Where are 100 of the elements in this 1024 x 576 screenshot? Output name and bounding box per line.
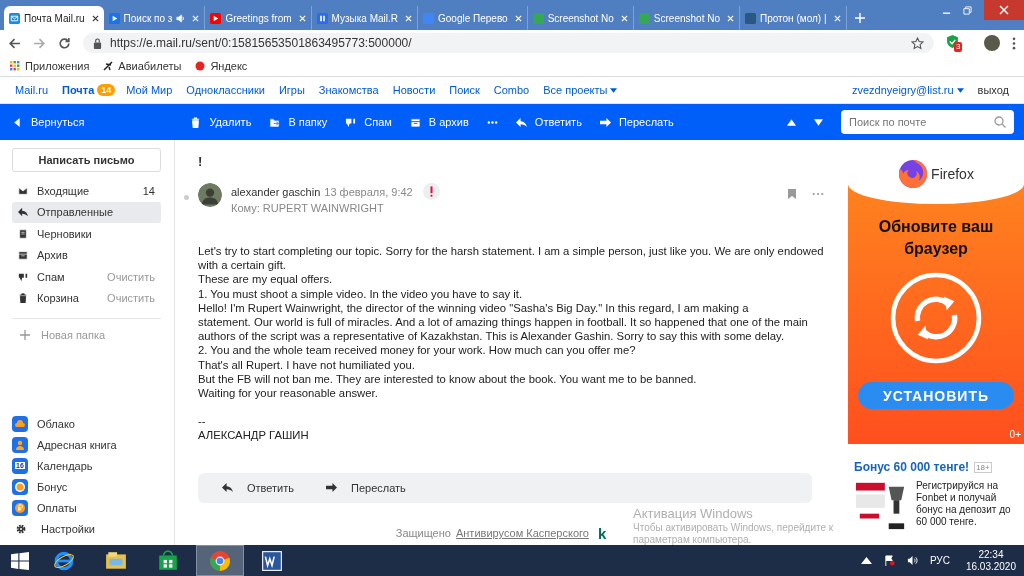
folder-item[interactable]: Корзина Очистить: [12, 287, 161, 309]
service-link[interactable]: Настройки: [12, 518, 161, 539]
compose-button[interactable]: Написать письмо: [12, 148, 161, 172]
toolbar-button[interactable]: В папку: [269, 112, 328, 132]
portal-link[interactable]: Знакомства: [318, 84, 379, 96]
reply-action[interactable]: Ответить: [216, 480, 301, 495]
tab-title: Google Перево: [438, 12, 508, 24]
lock-icon: [93, 37, 102, 49]
search-icon[interactable]: [994, 116, 1006, 128]
toolbar-button[interactable]: Удалить: [190, 112, 252, 132]
plus-icon: [20, 330, 30, 340]
folder-item[interactable]: Черновики: [12, 223, 161, 245]
folder-item[interactable]: Отправленные: [12, 201, 161, 223]
caret-icon[interactable]: [610, 87, 618, 93]
logout-link[interactable]: выход: [977, 84, 1009, 96]
service-link[interactable]: Оплаты: [12, 497, 161, 518]
tab-title: Почта Mail.ru: [24, 12, 85, 24]
clock[interactable]: 22:34 16.03.2020: [965, 548, 1016, 573]
back-button[interactable]: Вернуться: [12, 112, 85, 132]
age-rating: 18+: [974, 461, 992, 473]
portal-link[interactable]: Мой Мир: [126, 84, 173, 96]
activation-text: Чтобы активировать Windows, перейдите к: [633, 522, 834, 534]
activation-text: параметрам компьютера.: [633, 534, 752, 546]
brand-name: Firefox: [931, 166, 974, 182]
age-rating: 0+: [1009, 429, 1021, 440]
next-icon[interactable]: [814, 118, 823, 126]
folder-item[interactable]: Спам Очистить: [12, 266, 161, 288]
ad-title[interactable]: Бонус 60 000 тенге!: [854, 460, 970, 474]
site-icon: [108, 12, 120, 24]
reload-icon[interactable]: [58, 36, 71, 50]
trash-icon: [190, 116, 202, 128]
previous-icon[interactable]: [787, 118, 796, 126]
word-icon: [261, 549, 283, 572]
body-line: 2. You and the whole team received money for your work. How much can you offer me?: [198, 343, 637, 358]
reply-icon: [222, 482, 233, 494]
firefox-logo: [898, 159, 929, 189]
important-icon[interactable]: [422, 183, 440, 200]
portal-link[interactable]: Все проекты: [543, 84, 608, 96]
bookmark[interactable]: Приложения: [25, 60, 90, 72]
toolbar-button[interactable]: Переслать: [599, 112, 674, 132]
more-icon[interactable]: [812, 192, 824, 196]
protection-text: Защищено: [395, 527, 451, 540]
service-link[interactable]: Облако: [12, 413, 161, 434]
portal-link[interactable]: Combo: [493, 84, 530, 96]
windows-logo: [11, 551, 29, 570]
install-button[interactable]: УСТАНОВИТЬ: [858, 382, 1014, 409]
ad-text: Регистрируйся на Fonbet и получай бонус на депозит до 60 000 тенге.: [916, 480, 1012, 529]
site-icon: [9, 12, 20, 24]
close-button[interactable]: [984, 0, 1024, 20]
signature-line: --: [198, 414, 207, 429]
new-tab-icon[interactable]: [854, 13, 865, 23]
portal-link[interactable]: Mail.ru: [15, 84, 48, 96]
browser-tab[interactable]: Почта Mail.ru: [4, 6, 104, 30]
antivirus-link[interactable]: Антивирусом Касперского: [455, 527, 589, 540]
browser-ad[interactable]: Firefox Обновите ваш браузер УСТАНОВИТЬ 0+: [848, 144, 1024, 444]
body-line: authors of the script was a representative of Kazakhstan. This is Alexander Gashin. Sorry to say this with some delay.: [198, 329, 786, 344]
reply-icon: [515, 116, 527, 128]
caret-icon[interactable]: [956, 87, 964, 93]
body-line: with a certain gift.: [198, 258, 287, 273]
restore-icon[interactable]: [963, 5, 972, 15]
tab-title: Протон (мол) |: [760, 12, 827, 24]
folder-item[interactable]: Входящие 14: [12, 180, 161, 202]
portal-link[interactable]: Почта: [62, 84, 95, 96]
bookmark[interactable]: Авиабилеты: [118, 60, 182, 72]
search-field[interactable]: Поиск по почте: [841, 110, 1014, 134]
folder-item[interactable]: Архив: [12, 244, 161, 266]
user-email[interactable]: zvezdnyeigry@list.ru: [851, 84, 954, 96]
address-bar[interactable]: https://e.mail.ru/sent/0:15815653501863495773:500000/: [83, 33, 934, 53]
tab-title: Музыка Mail.R: [331, 12, 398, 24]
portal-link[interactable]: Поиск: [449, 84, 480, 96]
star-icon[interactable]: [911, 36, 924, 50]
back-icon[interactable]: [8, 36, 21, 50]
reply-action[interactable]: Переслать: [320, 480, 412, 495]
body-line: Hello! I'm Rupert Wainwright, the director of the winning video "Sasha's Big Day." In this regard, I am making a: [198, 300, 750, 315]
toolbar-button[interactable]: В архив: [409, 112, 469, 132]
site-icon: [210, 12, 222, 24]
menu-icon[interactable]: [1012, 36, 1016, 50]
service-link[interactable]: Бонус: [12, 476, 161, 497]
toolbar-button[interactable]: Ответить: [515, 112, 582, 132]
speaker-icon[interactable]: [906, 555, 918, 566]
portal-link[interactable]: Новости: [392, 84, 436, 96]
body-line: statement. Our world is full of miracles. And a lot of amazing things happen in football. It so happened that one of the main: [198, 315, 809, 330]
toolbar-button[interactable]: Спам: [345, 112, 392, 132]
portal-link[interactable]: Одноклассники: [186, 84, 265, 96]
close-icon[interactable]: [91, 14, 99, 22]
language-indicator[interactable]: РУС: [929, 555, 950, 566]
sender-name[interactable]: alexander gaschin: [231, 185, 321, 198]
show-hidden-icon[interactable]: [860, 555, 872, 566]
speaker-icon: [176, 13, 186, 23]
profile-avatar[interactable]: [984, 35, 1000, 51]
site-icon: [316, 12, 328, 24]
message-date: 13 февраля, 9:42: [324, 185, 413, 198]
service-link[interactable]: Адресная книга: [12, 434, 161, 455]
flag-icon[interactable]: [883, 555, 895, 566]
sender-avatar: [198, 183, 222, 207]
body-line: 1. You must shoot a simple video. In the video you have to say it.: [198, 286, 524, 301]
portal-link[interactable]: Игры: [278, 84, 305, 96]
refresh-icon: [890, 272, 982, 364]
bookmark[interactable]: Яндекс: [210, 60, 248, 72]
tab-title: Screenshot No: [653, 12, 720, 24]
